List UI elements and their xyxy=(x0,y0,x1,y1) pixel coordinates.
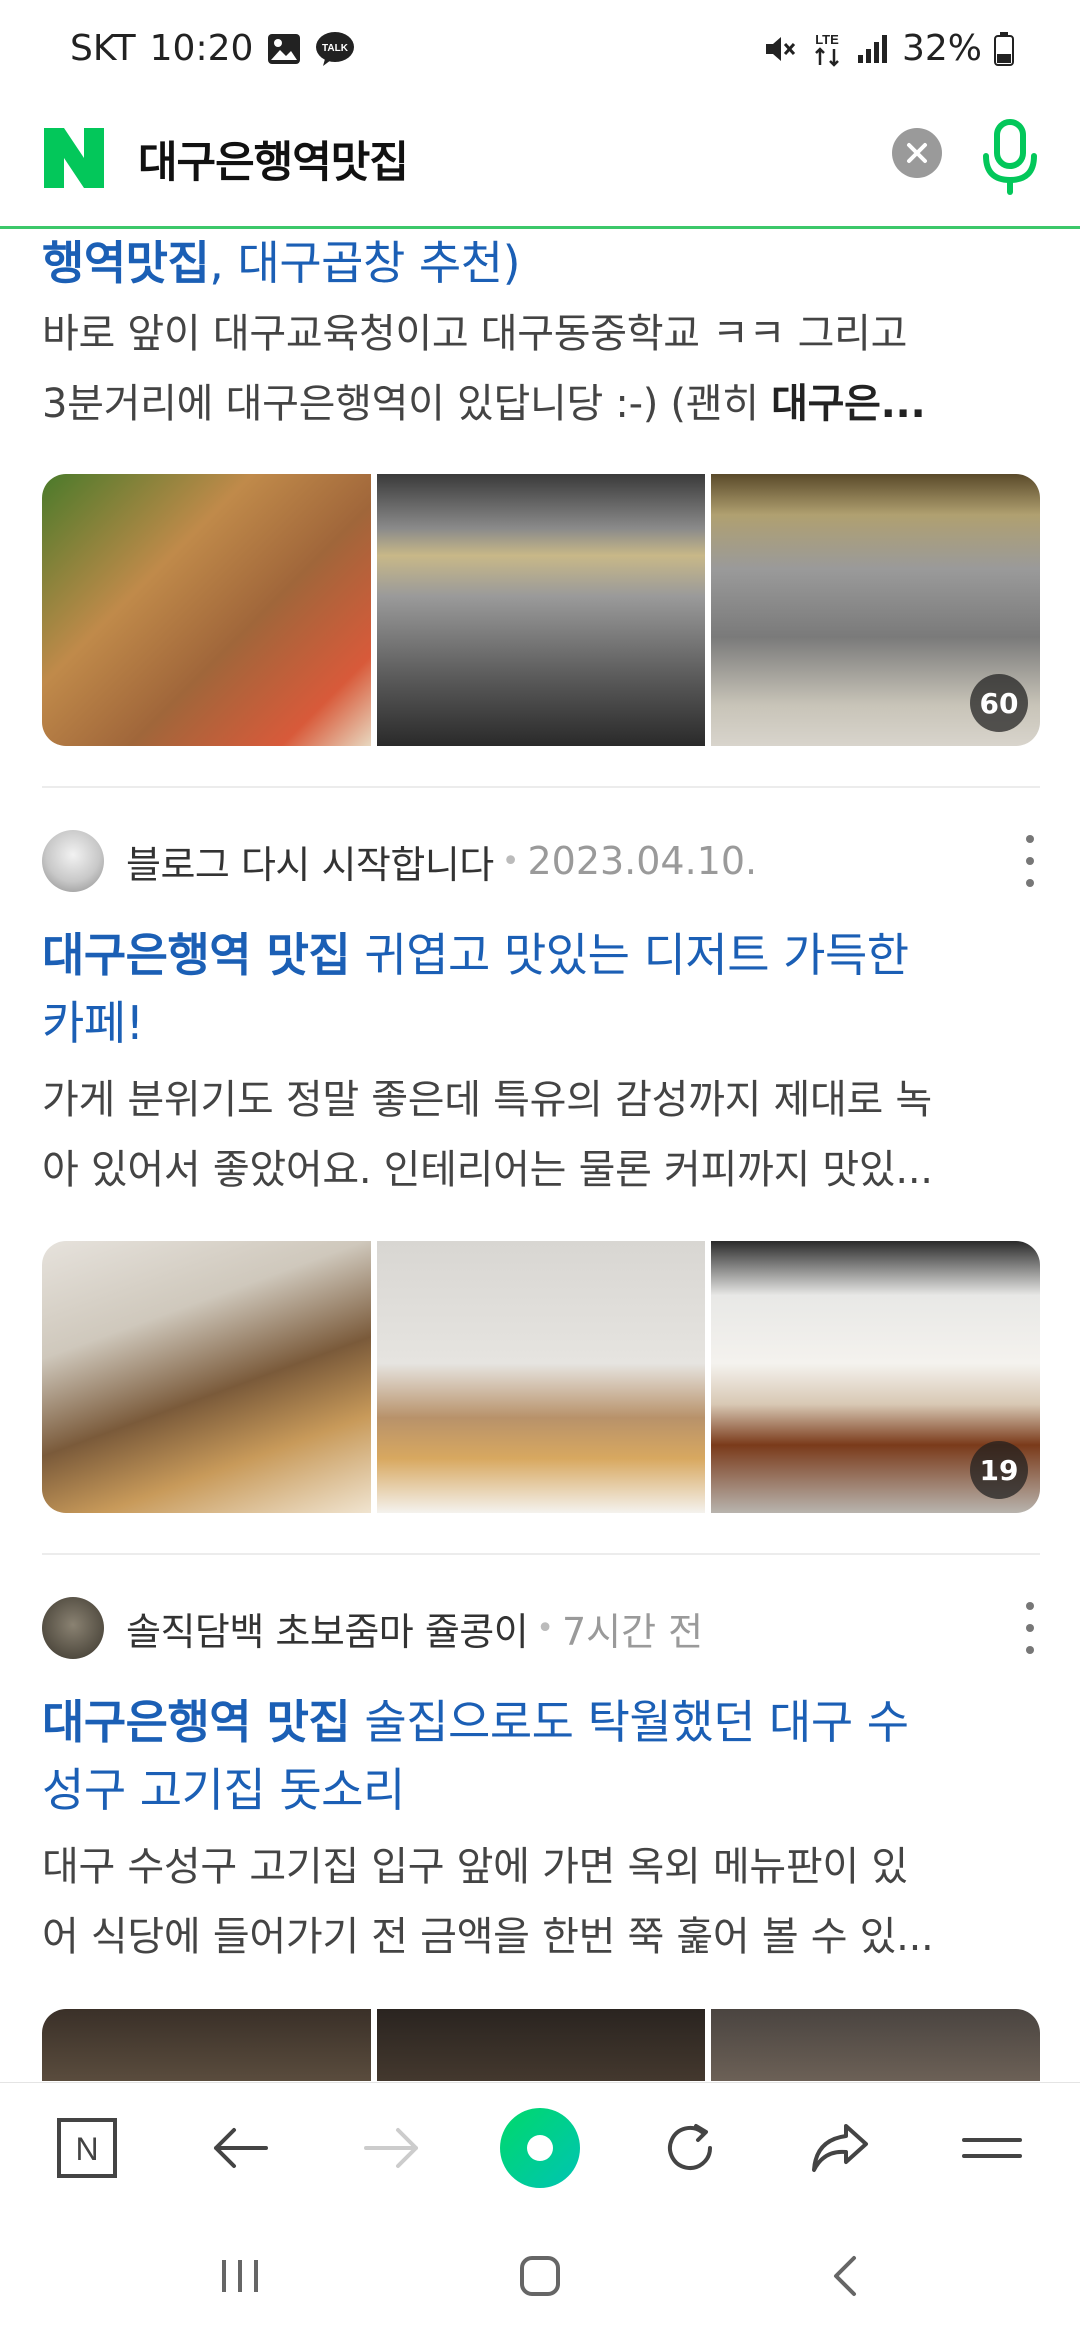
refresh-button[interactable] xyxy=(645,2103,735,2193)
naver-logo[interactable] xyxy=(42,126,106,190)
back-icon xyxy=(214,2128,268,2168)
green-dot-button[interactable] xyxy=(495,2103,585,2193)
search-query[interactable]: 대구은행역맛집 xyxy=(138,128,409,190)
author-name[interactable]: 블로그 다시 시작합니다 xyxy=(126,834,494,889)
status-right: LTE 32% xyxy=(762,28,1014,69)
naver-home-icon: N xyxy=(57,2118,117,2178)
result-image-row[interactable] xyxy=(42,2009,1040,2081)
back-icon xyxy=(834,2256,856,2296)
clear-search-button[interactable] xyxy=(892,128,942,178)
avatar[interactable] xyxy=(42,830,104,892)
result-image-row[interactable]: 60 xyxy=(42,474,1040,746)
result-image[interactable]: 60 xyxy=(711,474,1040,746)
browser-toolbar: N xyxy=(0,2082,1080,2213)
author-row[interactable]: 솔직담백 초보줌마 쥴콩이 • 7시간 전 xyxy=(42,1596,1040,1660)
recents-button[interactable] xyxy=(200,2240,280,2312)
result-title[interactable]: 대구은행역 맛집 귀엽고 맛있는 디저트 가득한 카페! xyxy=(42,921,1040,1057)
forward-button[interactable] xyxy=(347,2103,437,2193)
battery-percent: 32% xyxy=(901,28,982,69)
share-button[interactable] xyxy=(795,2103,885,2193)
system-nav-bar xyxy=(0,2212,1080,2340)
forward-icon xyxy=(364,2128,418,2168)
result-snippet: 가게 분위기도 정말 좋은데 특유의 감성까지 제대로 녹 아 있어서 좋았어요… xyxy=(42,1077,933,1193)
svg-text:LTE: LTE xyxy=(815,32,839,47)
back-button[interactable] xyxy=(195,2103,285,2193)
home-button[interactable] xyxy=(500,2240,580,2312)
result-title[interactable]: 행역맛집, 대구곱창 추천) xyxy=(42,229,1040,297)
carrier: SKT xyxy=(70,28,136,69)
result-image[interactable] xyxy=(376,1241,706,1513)
result-image[interactable] xyxy=(42,2009,371,2081)
dot-separator: • xyxy=(536,1610,554,1646)
system-back-button[interactable] xyxy=(805,2240,885,2312)
lte-icon: LTE xyxy=(810,29,844,69)
gallery-icon xyxy=(267,33,301,65)
post-date: 2023.04.10. xyxy=(527,839,758,883)
naver-home-button[interactable]: N xyxy=(42,2103,132,2193)
dot-separator: • xyxy=(501,843,520,879)
result-snippet: 바로 앞이 대구교육청이고 대구동중학교 ㅋㅋ 그리고 3분거리에 대구은행역이… xyxy=(42,311,926,427)
author-name[interactable]: 솔직담백 초보줌마 쥴콩이 xyxy=(126,1601,529,1656)
result-card: 대구은행역 맛집 귀엽고 맛있는 디저트 가득한 카페! 가게 분위기도 정말 좋… xyxy=(42,921,1040,1205)
clock: 10:20 xyxy=(149,28,254,69)
signal-icon xyxy=(856,33,890,65)
battery-icon xyxy=(994,31,1014,66)
result-image[interactable] xyxy=(376,2009,706,2081)
result-snippet: 대구 수성구 고기집 입구 앞에 가면 옥외 메뉴판이 있 어 식당에 들어가기… xyxy=(42,1844,934,1960)
svg-text:N: N xyxy=(75,2131,98,2167)
result-image-row[interactable]: 19 xyxy=(42,1241,1040,1513)
result-image[interactable] xyxy=(42,1241,371,1513)
more-options-icon[interactable] xyxy=(1020,1602,1040,1654)
result-image[interactable] xyxy=(42,474,371,746)
talk-icon: TALK xyxy=(315,31,355,67)
menu-button[interactable] xyxy=(947,2103,1037,2193)
image-count-badge: 19 xyxy=(970,1441,1029,1499)
avatar[interactable] xyxy=(42,1597,104,1659)
voice-search-button[interactable] xyxy=(980,118,1040,198)
result-image[interactable] xyxy=(376,474,706,746)
menu-icon xyxy=(962,2138,1022,2158)
result-image[interactable] xyxy=(711,2009,1040,2081)
green-dot-icon xyxy=(500,2108,580,2188)
close-icon xyxy=(907,143,927,163)
result-card: 대구은행역 맛집 술집으로도 탁월했던 대구 수 성구 고기집 돗소리 대구 수성… xyxy=(42,1688,1040,1972)
search-results: 행역맛집, 대구곱창 추천) 바로 앞이 대구교육청이고 대구동중학교 ㅋㅋ 그… xyxy=(0,229,1080,2081)
home-icon xyxy=(520,2256,560,2296)
status-left: SKT 10:20 TALK xyxy=(70,28,355,69)
search-bar: 대구은행역맛집 xyxy=(0,104,1080,229)
mute-icon xyxy=(762,31,798,67)
mic-icon xyxy=(983,119,1037,195)
image-count-badge: 60 xyxy=(970,674,1029,732)
divider xyxy=(42,1553,1040,1555)
post-date: 7시간 전 xyxy=(561,1609,704,1654)
status-bar: SKT 10:20 TALK LTE 32% xyxy=(0,0,1080,104)
refresh-icon xyxy=(668,2124,712,2170)
more-options-icon[interactable] xyxy=(1020,835,1040,887)
result-title[interactable]: 대구은행역 맛집 술집으로도 탁월했던 대구 수 성구 고기집 돗소리 xyxy=(42,1688,1040,1824)
recents-icon xyxy=(222,2260,258,2292)
svg-text:TALK: TALK xyxy=(322,43,349,54)
result-card: 행역맛집, 대구곱창 추천) 바로 앞이 대구교육청이고 대구동중학교 ㅋㅋ 그… xyxy=(42,229,1040,439)
share-icon xyxy=(812,2124,868,2172)
divider xyxy=(42,786,1040,788)
result-image[interactable]: 19 xyxy=(711,1241,1040,1513)
author-row[interactable]: 블로그 다시 시작합니다 • 2023.04.10. xyxy=(42,829,1040,893)
